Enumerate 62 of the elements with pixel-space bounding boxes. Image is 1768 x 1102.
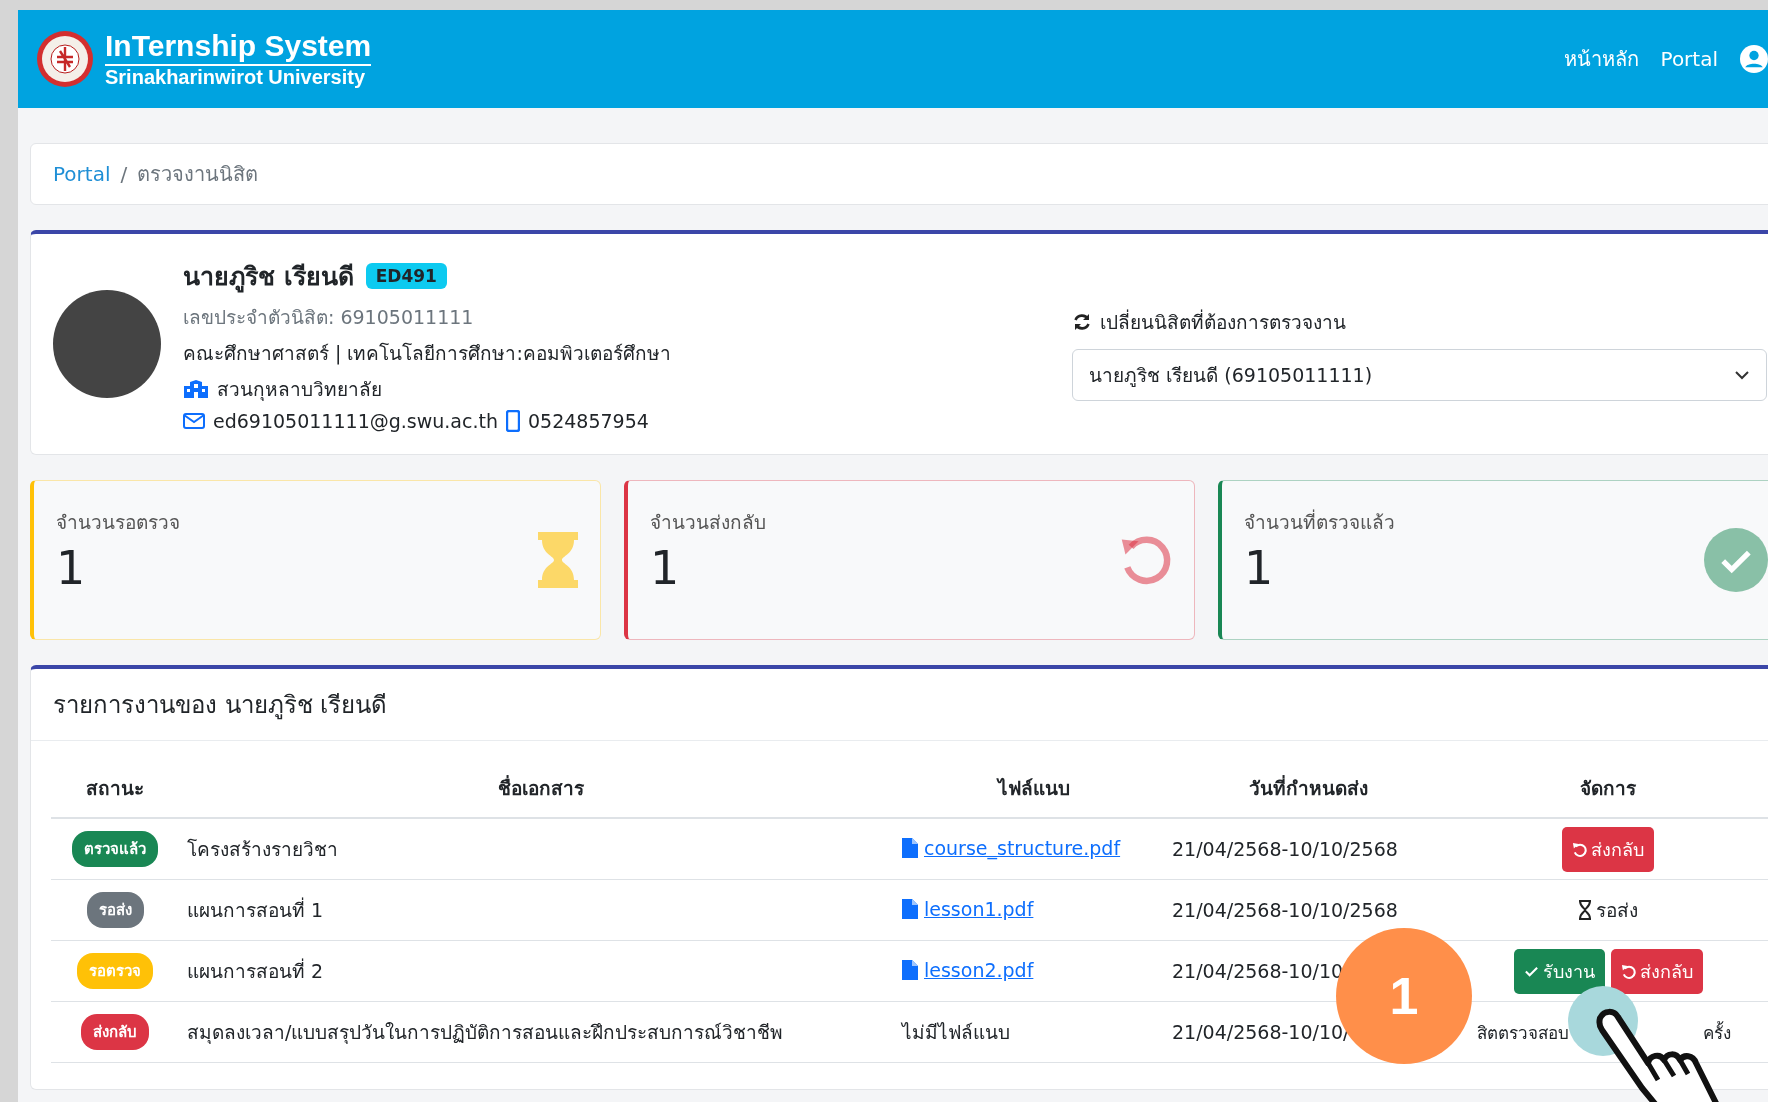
- stat-value: 1: [1244, 541, 1275, 595]
- user-account-icon[interactable]: [1740, 45, 1768, 73]
- stat-value: 1: [56, 541, 87, 595]
- no-attachment-text: ไม่มีไฟล์แนบ: [902, 1021, 1010, 1043]
- note-text: ครั้ง: [1703, 1020, 1731, 1045]
- envelope-icon: [183, 413, 205, 429]
- column-header: จัดการ: [1445, 759, 1768, 818]
- switch-student-label: เปลี่ยนนิสิตที่ต้องการตรวจงาน: [1100, 308, 1347, 335]
- pdf-file-icon: [902, 898, 918, 919]
- return-button[interactable]: ส่งกลับ: [1610, 948, 1703, 994]
- student-email: ed69105011111@g.swu.ac.th: [213, 410, 498, 432]
- status-badge: ตรวจแล้ว: [72, 831, 158, 867]
- undo-icon: [1620, 963, 1636, 979]
- refresh-icon: [1072, 312, 1093, 332]
- student-name: นายภูริช เรียนดี: [183, 261, 354, 295]
- app-subtitle: Srinakharinwirot University: [105, 65, 367, 89]
- column-header: สถานะ: [51, 759, 179, 818]
- student-code-badge: ED491: [365, 263, 447, 289]
- waiting-status-text: รอส่ง: [1596, 898, 1638, 923]
- attachment-link[interactable]: lesson2.pdf: [924, 958, 1034, 981]
- attachment-link[interactable]: course_structure.pdf: [924, 836, 1121, 859]
- breadcrumb-link[interactable]: Portal: [53, 162, 111, 186]
- column-header: ชื่อเอกสาร: [179, 759, 895, 818]
- student-phone: 0524857954: [527, 410, 649, 432]
- pdf-file-icon: [902, 837, 918, 858]
- column-header: วันที่กำหนดส่ง: [1165, 759, 1445, 818]
- stat-label: จำนวนรอตรวจ: [56, 510, 180, 535]
- due-date: 21/04/2568-10/10/2568: [1172, 899, 1398, 921]
- return-button[interactable]: ส่งกลับ: [1562, 826, 1654, 872]
- undo-icon: [1572, 841, 1587, 857]
- due-date: 21/04/2568-10/10/2568: [1172, 838, 1398, 860]
- app-title: InTernship System: [105, 29, 372, 66]
- school-building-icon: [183, 379, 209, 399]
- status-badge: รอส่ง: [86, 892, 144, 928]
- nav-link[interactable]: Portal: [1660, 47, 1718, 71]
- accept-button[interactable]: รับงาน: [1513, 948, 1605, 994]
- status-badge: ส่งกลับ: [81, 1014, 149, 1050]
- mobile-phone-icon: [505, 410, 520, 432]
- document-name: โครงสร้างรายวิชา: [187, 838, 338, 860]
- student-id: เลขประจำตัวนิสิต: 69105011111: [183, 305, 475, 330]
- document-name: แผนการสอนที่ 1: [187, 899, 324, 921]
- nav-link[interactable]: หน้าหลัก: [1563, 43, 1639, 75]
- hourglass-icon: [536, 530, 580, 590]
- university-seal-logo: [35, 29, 95, 89]
- column-header: ไฟล์แนบ: [895, 759, 1165, 818]
- stat-label: จำนวนที่ตรวจแล้ว: [1244, 508, 1395, 535]
- pdf-file-icon: [902, 959, 918, 980]
- student-program: คณะศึกษาศาสตร์ | เทคโนโลยีการศึกษา:คอมพิวเตอร์ศึกษา: [183, 341, 672, 367]
- stat-value: 1: [650, 541, 681, 595]
- student-select[interactable]: นายภูริช เรียนดี (69105011111): [1072, 349, 1767, 401]
- breadcrumb-separator: /: [120, 162, 128, 186]
- status-badge: รอตรวจ: [77, 953, 153, 989]
- note-text: สิตตรวจสอบ: [1477, 1021, 1569, 1045]
- document-name: แผนการสอนที่ 2: [187, 960, 324, 982]
- school-name: สวนกุหลาบวิทยาลัย: [217, 377, 382, 403]
- hourglass-icon: [1578, 900, 1592, 920]
- document-name: สมุดลงเวลา/แบบสรุปวันในการปฏิบัติการสอนและฝึกประสบการณ์วิชาชีพ: [187, 1021, 784, 1043]
- breadcrumb-current: ตรวจงานนิสิต: [137, 161, 259, 188]
- attachment-link[interactable]: lesson1.pdf: [924, 897, 1034, 920]
- stat-label: จำนวนส่งกลับ: [650, 510, 766, 535]
- task-list-title: รายการงานของ นายภูริช เรียนดี: [53, 691, 388, 719]
- chevron-down-icon: [1734, 370, 1750, 380]
